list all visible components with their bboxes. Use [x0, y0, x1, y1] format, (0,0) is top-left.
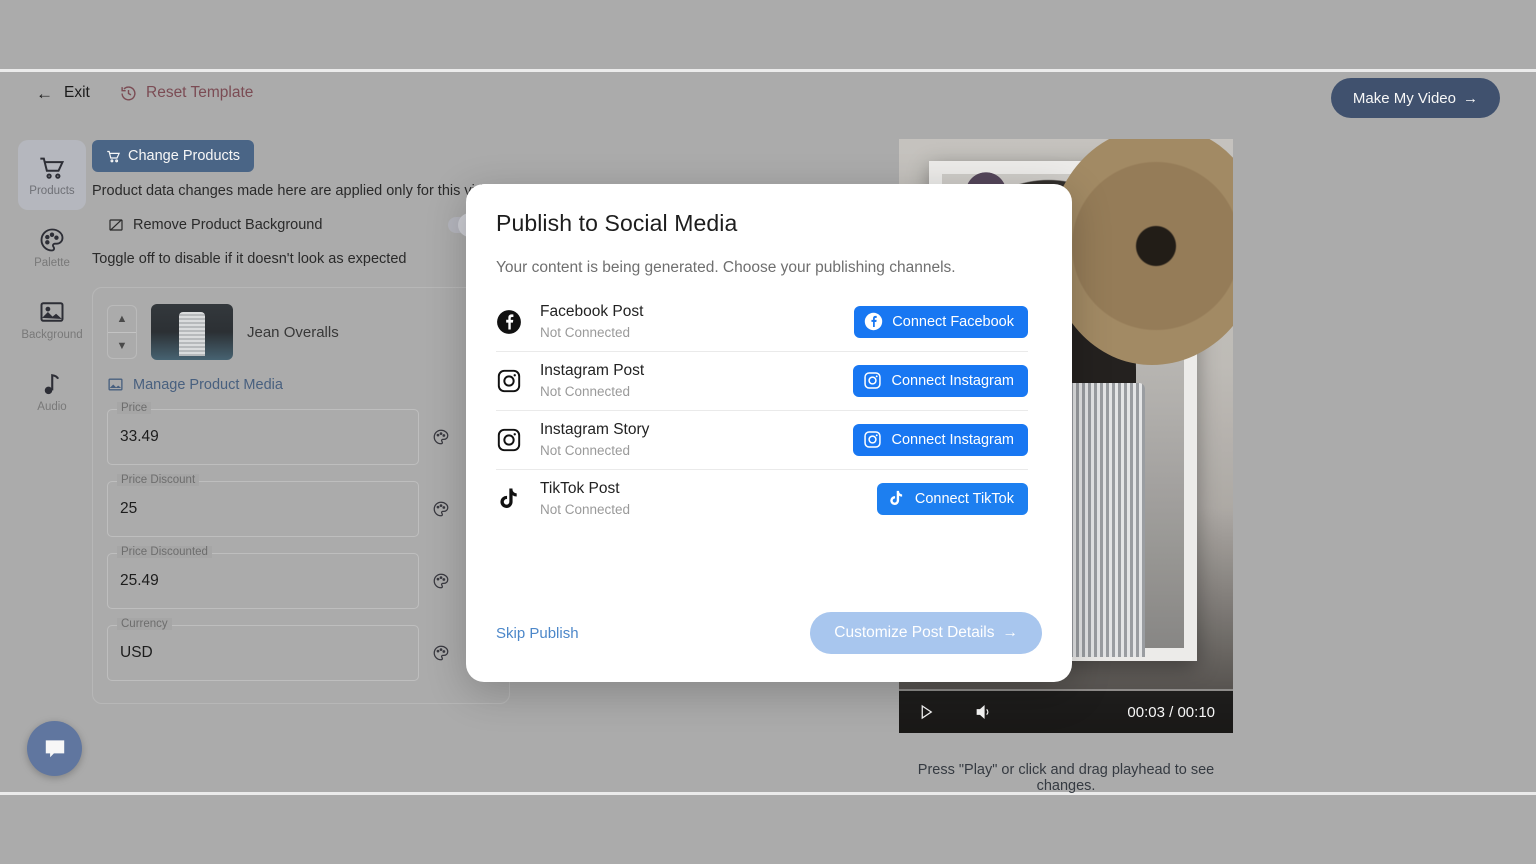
channel-row-facebook-post: Facebook Post Not Connected Connect Face…	[496, 293, 1028, 351]
connect-instagram-story-label: Connect Instagram	[891, 432, 1014, 448]
instagram-icon	[496, 427, 522, 453]
channel-list[interactable]: Facebook Post Not Connected Connect Face…	[496, 293, 1042, 531]
channel-status: Not Connected	[540, 325, 643, 340]
instagram-icon	[496, 368, 522, 394]
skip-publish-button[interactable]: Skip Publish	[496, 625, 579, 642]
connect-tiktok-button[interactable]: Connect TikTok	[877, 483, 1028, 515]
instagram-icon	[863, 430, 882, 449]
facebook-icon	[864, 312, 883, 331]
dialog-title: Publish to Social Media	[496, 210, 1042, 237]
channel-text-facebook-post: Facebook Post Not Connected	[540, 303, 643, 340]
connect-instagram-story-button[interactable]: Connect Instagram	[853, 424, 1028, 456]
dialog-subtitle: Your content is being generated. Choose …	[496, 259, 1042, 277]
connect-facebook-button[interactable]: Connect Facebook	[854, 306, 1028, 338]
tiktok-icon	[887, 489, 906, 508]
tiktok-icon	[496, 486, 522, 512]
arrow-right-icon: →	[1003, 624, 1019, 642]
channel-name: Instagram Post	[540, 362, 644, 380]
channel-row-instagram-story: Instagram Story Not Connected Connect In…	[496, 410, 1028, 469]
instagram-icon	[863, 371, 882, 390]
connect-facebook-label: Connect Facebook	[892, 314, 1014, 330]
channel-row-instagram-post: Instagram Post Not Connected Connect Ins…	[496, 351, 1028, 410]
channel-text-tiktok-post: TikTok Post Not Connected	[540, 480, 630, 517]
channel-status: Not Connected	[540, 384, 644, 399]
channel-text-instagram-story: Instagram Story Not Connected	[540, 421, 649, 458]
channel-name: Instagram Story	[540, 421, 649, 439]
channel-name: TikTok Post	[540, 480, 630, 498]
connect-instagram-post-button[interactable]: Connect Instagram	[853, 365, 1028, 397]
connect-instagram-post-label: Connect Instagram	[891, 373, 1014, 389]
customize-post-details-label: Customize Post Details	[834, 624, 994, 642]
channel-row-tiktok-post: TikTok Post Not Connected Connect TikTok	[496, 469, 1028, 528]
channel-text-instagram-post: Instagram Post Not Connected	[540, 362, 644, 399]
channel-status: Not Connected	[540, 502, 630, 517]
channel-status: Not Connected	[540, 443, 649, 458]
dialog-footer: Skip Publish Customize Post Details →	[496, 612, 1042, 682]
publish-to-social-media-dialog: Publish to Social Media Your content is …	[466, 184, 1072, 682]
connect-tiktok-label: Connect TikTok	[915, 491, 1014, 507]
channel-name: Facebook Post	[540, 303, 643, 321]
facebook-icon	[496, 309, 522, 335]
customize-post-details-button[interactable]: Customize Post Details →	[810, 612, 1042, 654]
